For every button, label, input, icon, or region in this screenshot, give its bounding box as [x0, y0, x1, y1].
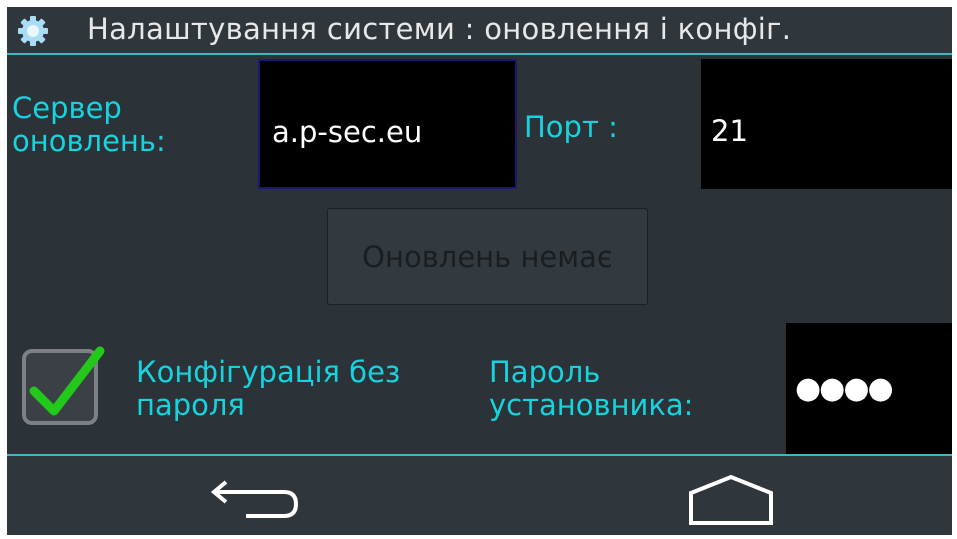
- no-updates-button[interactable]: Оновлень немає: [327, 208, 648, 305]
- checkmark-icon: [29, 346, 105, 416]
- back-arrow-icon[interactable]: [204, 468, 304, 528]
- no-updates-button-label: Оновлень немає: [362, 239, 613, 274]
- port-value: 21: [711, 114, 748, 148]
- update-server-input[interactable]: a.p-sec.eu: [258, 59, 517, 189]
- port-input[interactable]: 21: [701, 59, 952, 189]
- port-label: Порт :: [524, 110, 618, 144]
- installer-password-value: ●●●●: [795, 371, 894, 406]
- installer-password-label: Пароль установника:: [489, 355, 694, 422]
- home-icon[interactable]: [686, 471, 776, 531]
- installer-password-input[interactable]: ●●●●: [786, 323, 952, 454]
- screen: Налаштування системи : оновлення і конфі…: [7, 7, 952, 535]
- config-without-password-label: Конфігурація без пароля: [136, 355, 401, 422]
- title-bar: Налаштування системи : оновлення і конфі…: [7, 7, 952, 55]
- config-without-password-checkbox[interactable]: [22, 346, 105, 425]
- update-server-value: a.p-sec.eu: [272, 115, 423, 149]
- page-title: Налаштування системи : оновлення і конфі…: [87, 12, 792, 46]
- update-server-label: Сервер оновлень:: [12, 91, 166, 158]
- gear-icon: [18, 16, 48, 46]
- navigation-bar: [7, 454, 952, 535]
